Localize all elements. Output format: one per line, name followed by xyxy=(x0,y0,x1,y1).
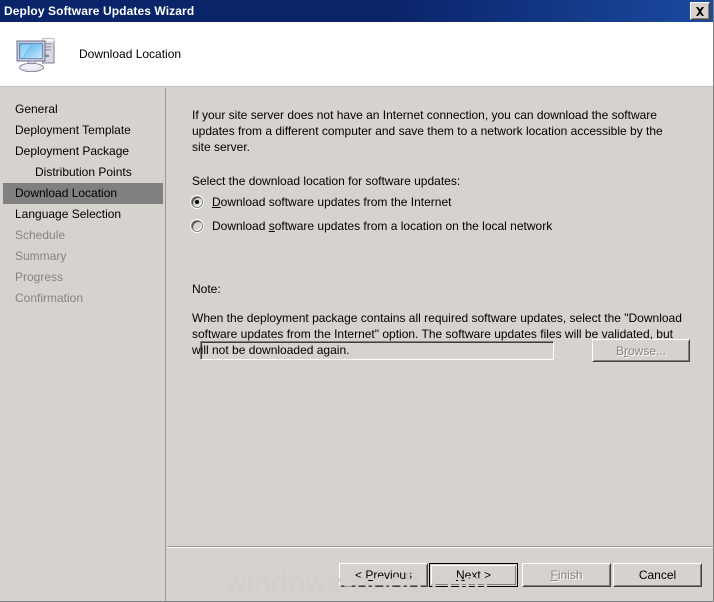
sidebar-item-deployment-template[interactable]: Deployment Template xyxy=(0,120,166,141)
close-icon xyxy=(696,6,704,16)
cancel-button-label: Cancel xyxy=(638,568,677,582)
sidebar-item-confirmation: Confirmation xyxy=(15,291,84,305)
sidebar-item-deployment-package[interactable]: Deployment Package xyxy=(0,141,166,162)
button-bar-separator xyxy=(167,546,713,548)
sidebar-item-distribution-points[interactable]: Distribution Points xyxy=(0,162,166,183)
finish-button[interactable]: Finish xyxy=(522,563,611,587)
prompt-label: Select the download location for softwar… xyxy=(192,174,461,188)
computer-monitor-icon xyxy=(12,30,60,78)
window-title: Deploy Software Updates Wizard xyxy=(4,4,195,18)
sidebar-item-general[interactable]: General xyxy=(0,99,166,120)
next-button[interactable]: Next > xyxy=(429,563,518,587)
sidebar-divider xyxy=(165,88,166,601)
wizard-body: General Deployment Template Deployment P… xyxy=(0,88,713,601)
wizard-header: Download Location xyxy=(0,22,713,87)
radio-option-internet[interactable]: Download software updates from the Inter… xyxy=(191,195,451,209)
radio-local-network-label: Download software updates from a locatio… xyxy=(212,219,553,233)
radio-internet-label: Download software updates from the Inter… xyxy=(212,195,452,209)
window-titlebar[interactable]: Deploy Software Updates Wizard xyxy=(0,0,713,22)
previous-button-label: < Previous xyxy=(354,568,413,582)
sidebar-item-summary: Summary xyxy=(15,249,67,263)
radio-local-network-indicator[interactable] xyxy=(191,220,203,232)
intro-text: If your site server does not have an Int… xyxy=(192,108,663,154)
sidebar-item-language-selection[interactable]: Language Selection xyxy=(0,204,166,225)
next-button-label: Next > xyxy=(455,568,492,582)
close-button[interactable] xyxy=(690,2,710,20)
finish-button-label: Finish xyxy=(550,568,583,582)
sidebar-item-download-location[interactable]: Download Location xyxy=(3,183,163,204)
step-list: General Deployment Template Deployment P… xyxy=(0,99,166,309)
sidebar-item-progress: Progress xyxy=(15,270,64,284)
sidebar-item-schedule: Schedule xyxy=(15,228,66,242)
wizard-content-pane: If your site server does not have an Int… xyxy=(167,88,713,601)
radio-option-local-network[interactable]: Download software updates from a locatio… xyxy=(191,219,552,233)
wizard-window: Deploy Software Updates Wizard Download … xyxy=(0,0,714,602)
cancel-button[interactable]: Cancel xyxy=(613,563,702,587)
note-label: Note: xyxy=(192,282,221,296)
previous-button[interactable]: < Previous xyxy=(339,563,428,587)
page-title: Download Location xyxy=(79,47,182,61)
wizard-button-bar: < Previous Next > Finish Cancel xyxy=(167,560,713,601)
note-body: When the deployment package contains all… xyxy=(192,311,682,357)
radio-internet-indicator[interactable] xyxy=(191,196,203,208)
wizard-step-sidebar: General Deployment Template Deployment P… xyxy=(0,88,166,601)
